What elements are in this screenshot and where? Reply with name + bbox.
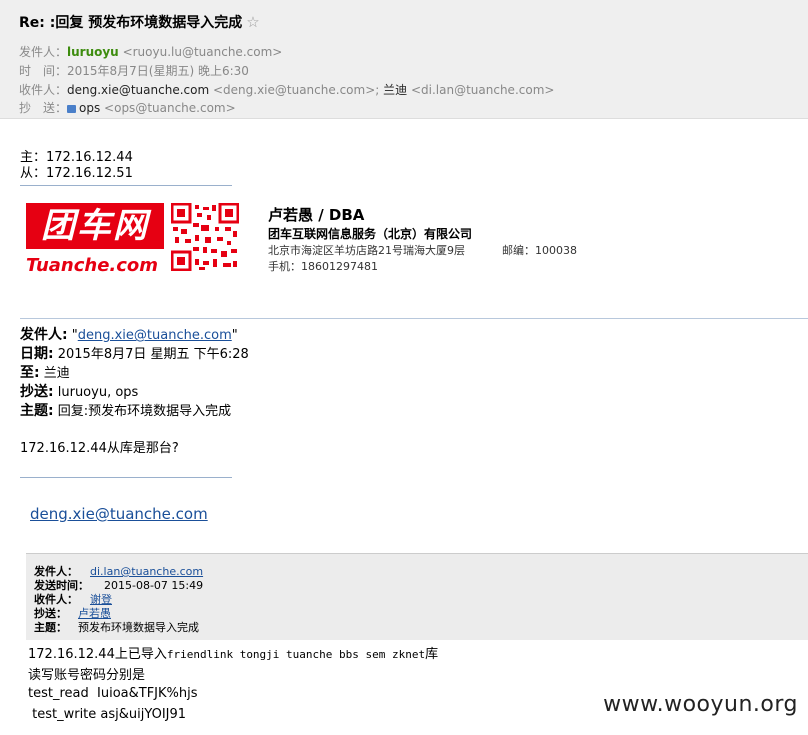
body-slave: 从：172.16.12.51	[20, 166, 133, 181]
group-icon	[67, 105, 76, 113]
time-label: 时 间：	[19, 64, 68, 78]
quote1-date-row: 日期: 2015年8月7日 星期五 下午6:28	[20, 343, 249, 363]
time-value: 2015年8月7日(星期五) 晚上6:30	[67, 64, 249, 78]
signature-name: 卢若愚 / DBA	[268, 206, 365, 224]
cc-row: 抄 送： ops <ops@tuanche.com>	[19, 99, 236, 116]
quote-divider	[20, 318, 808, 319]
quote1-to-value: 兰迪	[39, 366, 70, 381]
quote2-line1-b: friendlink tongji tuanche bbs sem zknet	[166, 648, 426, 661]
quote1-subject-label: 主题:	[20, 403, 54, 419]
to-name-2[interactable]: 兰迪	[383, 83, 407, 97]
quote1-sig-row: deng.xie@tuanche.com	[30, 505, 208, 523]
quote2-header-box: 发件人： di.lan@tuanche.com 发送时间： 2015-08-07 1…	[26, 553, 808, 640]
signature-phone: 手机：18601297481	[268, 260, 378, 273]
quote1-subject-row: 主题: 回复:预发布环境数据导入完成	[20, 400, 231, 420]
quote1-subject-value: 回复:预发布环境数据导入完成	[53, 404, 232, 419]
quote2-line3: test_read Iuioa&TFJK%hjs	[28, 686, 198, 701]
quote1-sig-link[interactable]: deng.xie@tuanche.com	[30, 505, 208, 523]
tuanche-logo-url: Tuanche.com	[26, 255, 159, 276]
signature-postcode: 邮编：100038	[502, 244, 577, 257]
from-row: 发件人：luruoyu <ruoyu.lu@tuanche.com>	[19, 43, 282, 60]
to-email-2: <di.lan@tuanche.com>	[410, 83, 555, 97]
quote2-subject-label: 主题：	[34, 621, 67, 634]
cc-label: 抄 送：	[19, 101, 68, 115]
quote1-from-quote-close: "	[231, 328, 238, 343]
quote1-sig-divider	[20, 477, 232, 478]
signature-company: 团车互联网信息服务（北京）有限公司	[268, 227, 473, 241]
from-email: <ruoyu.lu@tuanche.com>	[122, 45, 283, 59]
quote2-line1-c: 库	[425, 647, 439, 662]
quote1-from-quote-open: "	[67, 328, 78, 343]
quote2-line1: 172.16.12.44上已导入friendlink tongji tuanch…	[28, 643, 438, 662]
quote2-subject-row: 主题： 预发布环境数据导入完成	[34, 619, 199, 635]
header-divider	[0, 118, 808, 129]
to-name-1[interactable]: deng.xie@tuanche.com	[67, 83, 209, 97]
quote1-body: 172.16.12.44从库是那台?	[20, 441, 179, 456]
qr-code-icon	[171, 203, 239, 271]
quote1-cc-row: 抄送: luruoyu, ops	[20, 381, 138, 401]
cc-email: <ops@tuanche.com>	[104, 101, 236, 115]
mail-subject: Re: :回复 预发布环境数据导入完成 ☆	[19, 12, 260, 32]
quote1-from-link[interactable]: deng.xie@tuanche.com	[78, 328, 232, 343]
star-icon[interactable]: ☆	[246, 13, 259, 31]
signature-address: 北京市海淀区羊坊店路21号瑞海大厦9层	[268, 244, 465, 257]
mail-header: Re: :回复 预发布环境数据导入完成 ☆ 发件人：luruoyu <ruoyu.…	[0, 0, 808, 118]
quote1-to-label: 至:	[20, 365, 40, 381]
quote1-cc-value: luruoyu, ops	[53, 385, 139, 400]
quote1-cc-label: 抄送:	[20, 384, 54, 400]
quote1-from-row: 发件人: "deng.xie@tuanche.com"	[20, 324, 238, 344]
quote1-date-value: 2015年8月7日 星期五 下午6:28	[53, 347, 249, 362]
from-label: 发件人：	[19, 45, 68, 59]
quote2-subject-value: 预发布环境数据导入完成	[78, 621, 199, 634]
quote1-date-label: 日期:	[20, 346, 54, 362]
tuanche-logo: 团车网	[26, 203, 164, 249]
watermark: www.wooyun.org	[603, 692, 798, 717]
to-email-1: <deng.xie@tuanche.com>;	[212, 83, 380, 97]
quote2-line2: 读写账号密码分别是	[28, 668, 146, 683]
quote1-to-row: 至: 兰迪	[20, 362, 70, 382]
signature-divider	[20, 185, 232, 186]
from-name[interactable]: luruoyu	[67, 45, 119, 59]
quote2-line4: test_write asj&uijYOIJ91	[28, 707, 187, 722]
to-row: 收件人：deng.xie@tuanche.com <deng.xie@tuanc…	[19, 81, 554, 98]
subject-text: Re: :回复 预发布环境数据导入完成	[19, 15, 243, 31]
cc-name[interactable]: ops	[79, 101, 100, 115]
to-label: 收件人：	[19, 83, 68, 97]
quote1-from-label: 发件人:	[20, 327, 68, 343]
time-row: 时 间：2015年8月7日(星期五) 晚上6:30	[19, 62, 249, 79]
quote2-sent-value: 2015-08-07 15:49	[104, 579, 204, 592]
quote2-line1-a: 172.16.12.44上已导入	[28, 647, 167, 662]
